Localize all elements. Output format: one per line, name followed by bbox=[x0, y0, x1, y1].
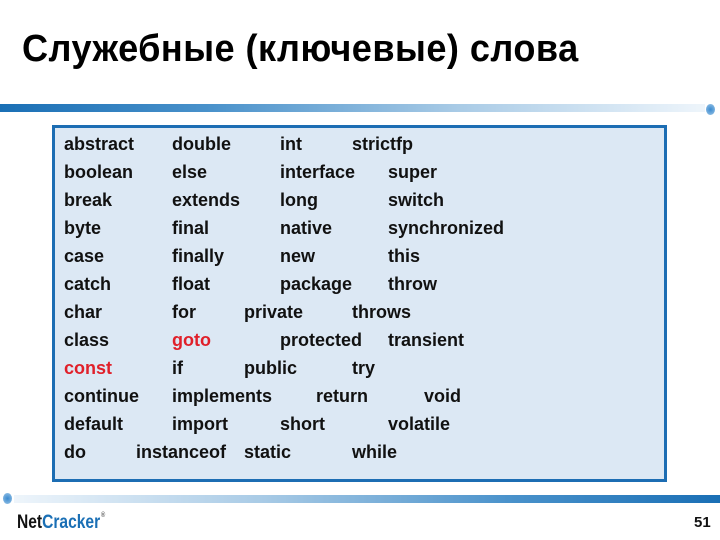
keyword: else bbox=[172, 162, 208, 182]
logo-part-cracker: Cracker bbox=[42, 512, 101, 533]
keyword: int bbox=[280, 134, 302, 154]
keyword: synchronized bbox=[388, 218, 505, 238]
keyword: char bbox=[64, 302, 103, 322]
keyword-highlighted: goto bbox=[172, 330, 211, 350]
keyword: float bbox=[172, 274, 210, 294]
keyword: throw bbox=[388, 274, 437, 294]
keyword: short bbox=[280, 414, 325, 434]
registered-mark: ® bbox=[100, 512, 106, 519]
keyword: default bbox=[64, 414, 124, 434]
keyword: abstract bbox=[64, 134, 135, 154]
bottom-divider bbox=[14, 495, 720, 503]
netcracker-logo: NetCracker® bbox=[17, 512, 105, 534]
keyword: throws bbox=[352, 302, 412, 322]
top-bullet-dot bbox=[706, 104, 715, 115]
keyword: if bbox=[172, 358, 183, 378]
keyword: catch bbox=[64, 274, 112, 294]
keyword: return bbox=[316, 386, 369, 406]
keyword: break bbox=[64, 190, 113, 210]
keyword: while bbox=[352, 442, 398, 462]
keyword: protected bbox=[280, 330, 363, 350]
keyword: super bbox=[388, 162, 438, 182]
keyword: static bbox=[244, 442, 292, 462]
keywords-box: abstract double int strictfp boolean els… bbox=[52, 125, 667, 482]
keyword: byte bbox=[64, 218, 102, 238]
keyword: finally bbox=[172, 246, 225, 266]
keyword: public bbox=[244, 358, 297, 378]
keyword: volatile bbox=[388, 414, 451, 434]
logo-part-net: Net bbox=[17, 512, 43, 533]
keyword: continue bbox=[64, 386, 139, 406]
keyword: instanceof bbox=[136, 442, 227, 462]
slide-title: Служебные (ключевые) слова bbox=[22, 28, 579, 70]
keyword: final bbox=[172, 218, 210, 238]
keyword: new bbox=[280, 246, 316, 266]
keyword: class bbox=[64, 330, 110, 350]
keyword: for bbox=[172, 302, 196, 322]
keyword: case bbox=[64, 246, 105, 266]
keyword-highlighted: const bbox=[64, 358, 113, 378]
keyword: transient bbox=[388, 330, 465, 350]
keyword: package bbox=[280, 274, 353, 294]
keyword: void bbox=[424, 386, 462, 406]
keyword: this bbox=[388, 246, 421, 266]
keyword: extends bbox=[172, 190, 241, 210]
keyword: switch bbox=[388, 190, 445, 210]
keyword: do bbox=[64, 442, 86, 462]
top-divider bbox=[0, 104, 705, 112]
keyword: boolean bbox=[64, 162, 134, 182]
keyword: try bbox=[352, 358, 376, 378]
bottom-bullet-dot bbox=[3, 493, 12, 504]
keyword: double bbox=[172, 134, 231, 154]
keyword: native bbox=[280, 218, 333, 238]
keyword: strictfp bbox=[352, 134, 414, 154]
keyword: import bbox=[172, 414, 228, 434]
keyword: long bbox=[280, 190, 318, 210]
keyword: interface bbox=[280, 162, 356, 182]
page-number: 51 bbox=[694, 514, 711, 531]
keyword: private bbox=[244, 302, 304, 322]
keyword: implements bbox=[172, 386, 273, 406]
